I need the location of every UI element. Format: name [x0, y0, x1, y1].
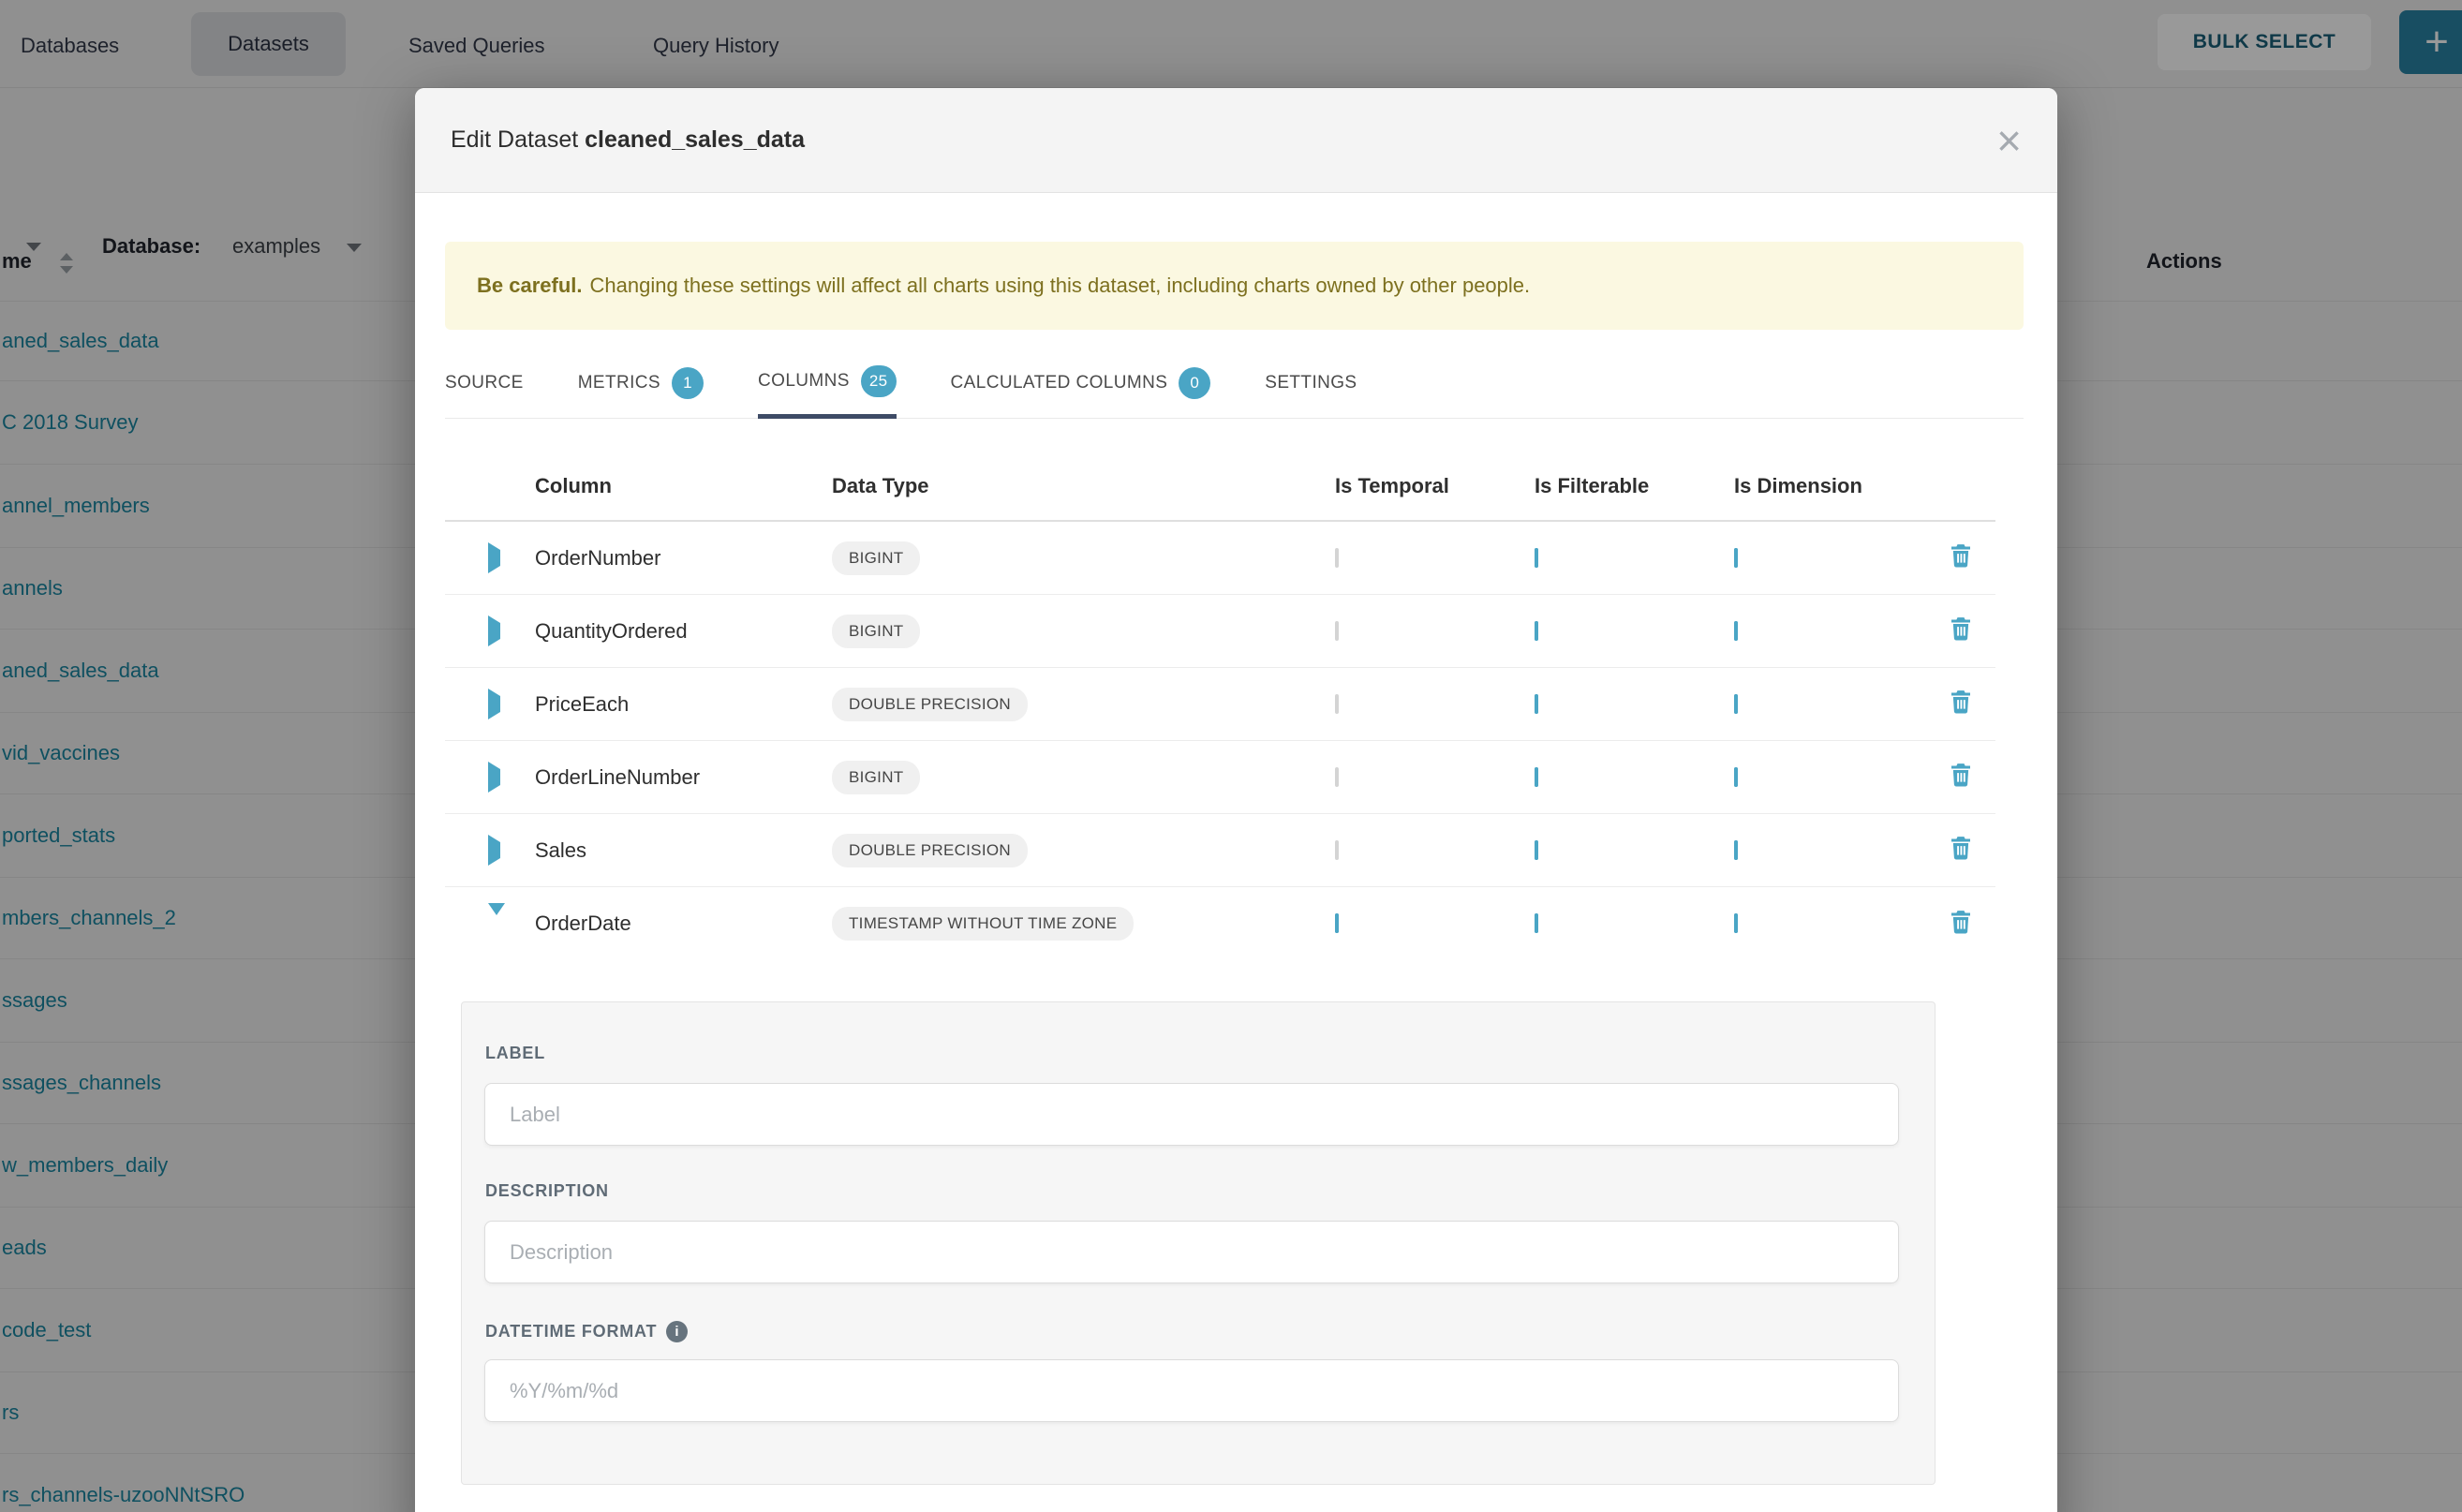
is-temporal-checkbox[interactable] [1335, 840, 1339, 860]
tab-calculated-columns[interactable]: CALCULATED COLUMNS0 [951, 363, 1211, 419]
data-type-pill: DOUBLE PRECISION [832, 834, 1028, 867]
data-type-pill: BIGINT [832, 615, 920, 648]
warning-banner: Be careful. Changing these settings will… [445, 242, 2024, 330]
column-name: OrderDate [535, 912, 832, 936]
edit-dataset-modal: Edit Dataset cleaned_sales_data × Be car… [415, 88, 2057, 1512]
data-type-pill: DOUBLE PRECISION [832, 688, 1028, 721]
columns-table: Column Data Type Is Temporal Is Filterab… [445, 452, 1995, 960]
is-dimension-checkbox[interactable] [1734, 767, 1738, 787]
info-icon[interactable] [666, 1321, 688, 1342]
is-temporal-checkbox[interactable] [1335, 694, 1339, 714]
data-type-pill: BIGINT [832, 541, 920, 575]
delete-column-icon[interactable] [1947, 760, 1975, 793]
columns-count-badge: 25 [861, 365, 897, 397]
header-column: Column [535, 474, 832, 498]
header-is-filterable: Is Filterable [1535, 474, 1734, 498]
calculated-columns-count-badge: 0 [1179, 367, 1210, 399]
close-icon[interactable]: × [1996, 119, 2022, 162]
is-filterable-checkbox[interactable] [1535, 621, 1538, 641]
is-dimension-checkbox[interactable] [1734, 694, 1738, 714]
tab-source[interactable]: SOURCE [445, 363, 524, 419]
columns-table-header: Column Data Type Is Temporal Is Filterab… [445, 452, 1995, 522]
collapse-caret-icon[interactable] [488, 903, 505, 931]
tab-metrics[interactable]: METRICS1 [578, 363, 704, 419]
header-is-temporal: Is Temporal [1335, 474, 1535, 498]
column-row: PriceEach DOUBLE PRECISION [445, 668, 1995, 741]
is-dimension-checkbox[interactable] [1734, 548, 1738, 568]
data-type-pill: BIGINT [832, 761, 920, 794]
is-dimension-checkbox[interactable] [1734, 621, 1738, 641]
column-row-expanded: OrderDate TIMESTAMP WITHOUT TIME ZONE [445, 887, 1995, 960]
modal-tabs: SOURCE METRICS1 COLUMNS25 CALCULATED COL… [445, 363, 2024, 419]
is-filterable-checkbox[interactable] [1535, 767, 1538, 787]
modal-title-prefix: Edit Dataset [451, 126, 578, 153]
label-field[interactable] [484, 1083, 1899, 1146]
is-filterable-checkbox[interactable] [1535, 913, 1538, 933]
modal-title: Edit Dataset cleaned_sales_data [451, 126, 805, 154]
column-row: OrderLineNumber BIGINT [445, 741, 1995, 814]
description-field[interactable] [484, 1221, 1899, 1283]
is-temporal-checkbox[interactable] [1335, 548, 1339, 568]
metrics-count-badge: 1 [672, 367, 704, 399]
column-row: QuantityOrdered BIGINT [445, 595, 1995, 668]
column-name: Sales [535, 838, 832, 863]
is-dimension-checkbox[interactable] [1734, 840, 1738, 860]
datetime-format-field[interactable] [484, 1359, 1899, 1422]
column-name: PriceEach [535, 692, 832, 717]
expand-caret-icon[interactable] [488, 615, 500, 646]
expand-caret-icon[interactable] [488, 762, 500, 793]
description-field-label: DESCRIPTION [485, 1181, 609, 1201]
is-filterable-checkbox[interactable] [1535, 548, 1538, 568]
delete-column-icon[interactable] [1947, 614, 1975, 646]
delete-column-icon[interactable] [1947, 907, 1975, 940]
expand-caret-icon[interactable] [488, 835, 500, 866]
label-field-label: LABEL [485, 1044, 545, 1063]
column-name: QuantityOrdered [535, 619, 832, 644]
tab-columns[interactable]: COLUMNS25 [758, 363, 897, 419]
modal-header: Edit Dataset cleaned_sales_data × [415, 88, 2057, 193]
tab-settings[interactable]: SETTINGS [1265, 363, 1357, 419]
delete-column-icon[interactable] [1947, 833, 1975, 866]
expand-caret-icon[interactable] [488, 542, 500, 573]
header-data-type: Data Type [832, 474, 1335, 498]
warning-text: Changing these settings will affect all … [590, 274, 1531, 298]
is-temporal-checkbox[interactable] [1335, 913, 1339, 933]
is-dimension-checkbox[interactable] [1734, 913, 1738, 933]
is-filterable-checkbox[interactable] [1535, 840, 1538, 860]
modal-title-dataset: cleaned_sales_data [585, 126, 805, 153]
delete-column-icon[interactable] [1947, 541, 1975, 573]
column-name: OrderNumber [535, 546, 832, 571]
is-filterable-checkbox[interactable] [1535, 694, 1538, 714]
column-row: Sales DOUBLE PRECISION [445, 814, 1995, 887]
expand-caret-icon[interactable] [488, 689, 500, 719]
warning-bold: Be careful. [477, 274, 583, 298]
delete-column-icon[interactable] [1947, 687, 1975, 719]
is-temporal-checkbox[interactable] [1335, 767, 1339, 787]
screen: Databases Datasets Saved Queries Query H… [0, 0, 2462, 1512]
column-row: OrderNumber BIGINT [445, 522, 1995, 595]
column-name: OrderLineNumber [535, 765, 832, 790]
header-is-dimension: Is Dimension [1734, 474, 1934, 498]
column-detail-panel: LABEL DESCRIPTION DATETIME FORMAT [461, 1001, 1935, 1485]
datetime-format-field-label: DATETIME FORMAT [485, 1321, 688, 1342]
is-temporal-checkbox[interactable] [1335, 621, 1339, 641]
data-type-pill: TIMESTAMP WITHOUT TIME ZONE [832, 907, 1134, 941]
